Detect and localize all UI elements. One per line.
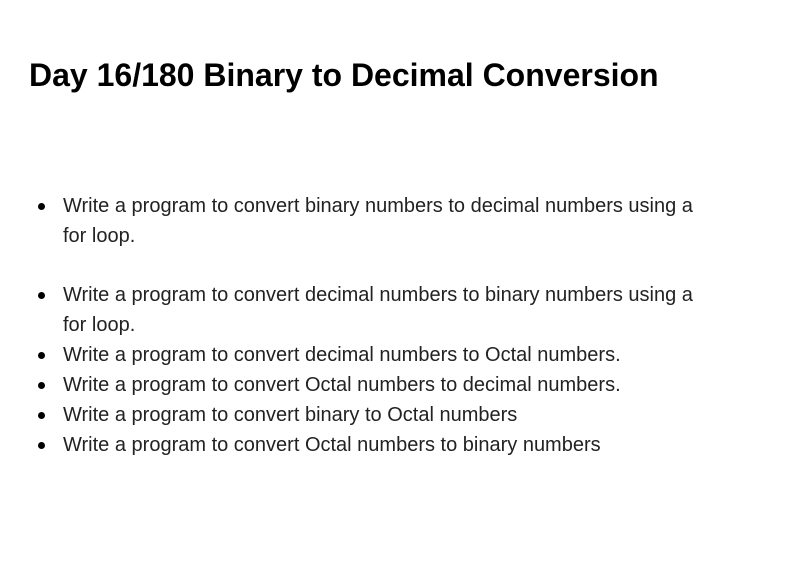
list-item: Write a program to convert Octal numbers…: [36, 430, 716, 460]
list-item-text: Write a program to convert Octal numbers…: [63, 374, 621, 396]
list-item: Write a program to convert binary number…: [36, 191, 716, 251]
bullet-icon: [38, 203, 45, 210]
bullet-icon: [38, 292, 45, 299]
list-item: Write a program to convert decimal numbe…: [36, 280, 716, 340]
list-item-text: Write a program to convert binary number…: [63, 195, 693, 247]
bullet-icon: [38, 352, 45, 359]
list-item-text: Write a program to convert binary to Oct…: [63, 404, 518, 426]
document-page: Day 16/180 Binary to Decimal Conversion …: [0, 0, 786, 577]
list-item: Write a program to convert binary to Oct…: [36, 400, 716, 430]
list-item-text: Write a program to convert decimal numbe…: [63, 344, 621, 366]
bullet-icon: [38, 442, 45, 449]
bullet-icon: [38, 412, 45, 419]
task-list: Write a program to convert binary number…: [36, 191, 716, 460]
list-item-text: Write a program to convert Octal numbers…: [63, 434, 601, 456]
bullet-icon: [38, 382, 45, 389]
list-item-text: Write a program to convert decimal numbe…: [63, 284, 693, 336]
list-item: Write a program to convert Octal numbers…: [36, 370, 716, 400]
list-item: Write a program to convert decimal numbe…: [36, 340, 716, 370]
page-title: Day 16/180 Binary to Decimal Conversion: [29, 57, 659, 93]
